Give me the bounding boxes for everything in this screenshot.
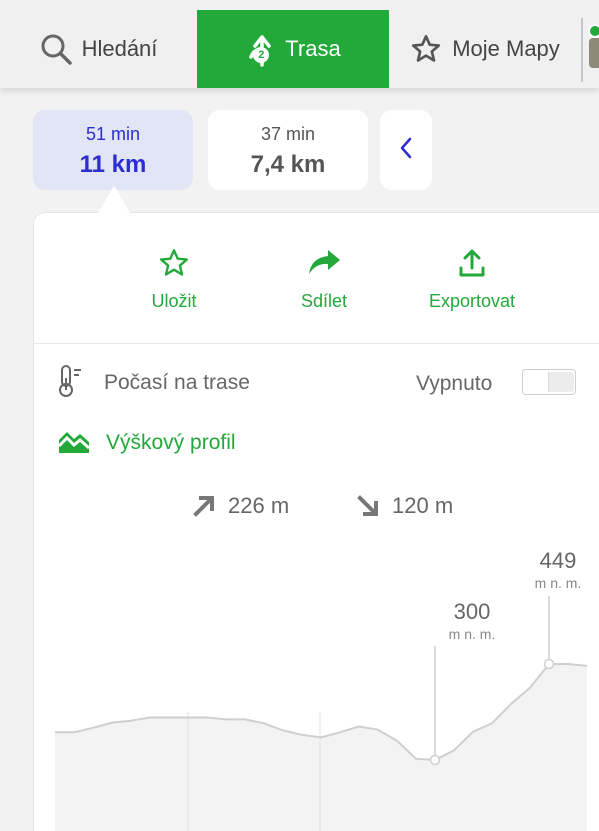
elevation-chart: 300 m n. m. 449 m n. m. xyxy=(55,548,588,831)
elevation-area xyxy=(55,664,587,831)
max-marker-dot xyxy=(543,658,555,670)
min-elevation-value: 300 xyxy=(454,599,491,624)
max-elevation-unit: m n. m. xyxy=(535,575,582,591)
max-elevation-value: 449 xyxy=(540,548,577,573)
min-elevation-unit: m n. m. xyxy=(449,626,496,642)
min-marker-dot xyxy=(429,754,441,766)
